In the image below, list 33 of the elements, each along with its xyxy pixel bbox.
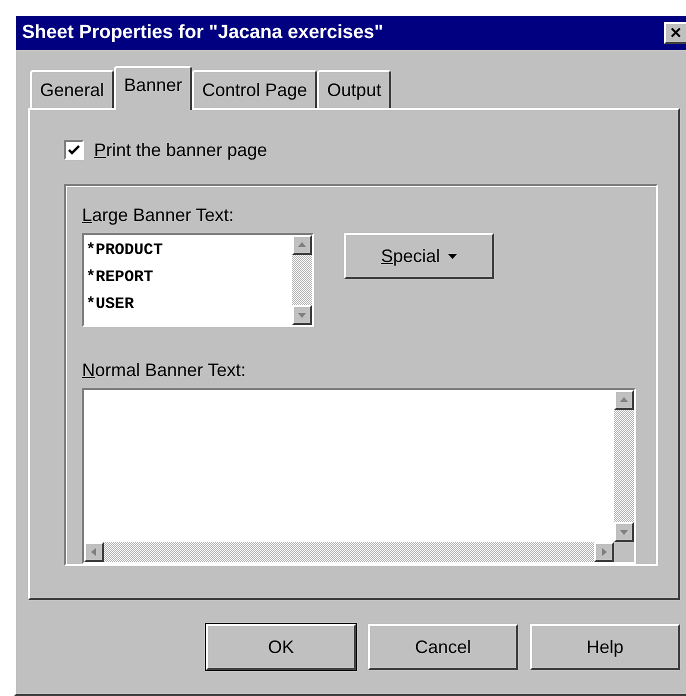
list-item[interactable]: *PRODUCT bbox=[86, 239, 292, 261]
dialog-button[interactable]: OK bbox=[206, 624, 356, 670]
up-arrow-icon bbox=[619, 395, 629, 405]
left-arrow-icon bbox=[89, 547, 99, 557]
scroll-down-button[interactable] bbox=[614, 522, 634, 542]
checkbox[interactable] bbox=[64, 140, 84, 160]
scroll-down-button[interactable] bbox=[292, 305, 312, 325]
checkbox-label: Print the banner page bbox=[94, 138, 268, 162]
tab[interactable]: Control Page bbox=[192, 70, 318, 108]
scroll-up-button[interactable] bbox=[614, 390, 634, 410]
scroll-left-button[interactable] bbox=[84, 542, 104, 562]
scrollbar-corner bbox=[614, 542, 634, 562]
special-dropdown-button[interactable]: Special bbox=[344, 233, 494, 279]
up-arrow-icon bbox=[297, 240, 307, 250]
dialog-button[interactable]: Help bbox=[530, 624, 680, 670]
list-item[interactable]: *REPORT bbox=[86, 266, 292, 288]
window-title: Sheet Properties for "Jacana exercises" bbox=[22, 20, 384, 45]
list-item[interactable]: *USER bbox=[86, 293, 292, 315]
right-arrow-icon bbox=[599, 547, 609, 557]
dialog-button[interactable]: Cancel bbox=[368, 624, 518, 670]
scroll-up-button[interactable] bbox=[292, 235, 312, 255]
field-label: Normal Banner Text: bbox=[82, 359, 246, 382]
down-arrow-icon bbox=[619, 527, 629, 537]
close-button[interactable]: ✕ bbox=[664, 22, 686, 44]
down-arrow-icon bbox=[297, 310, 307, 320]
tab[interactable]: Banner bbox=[114, 66, 192, 110]
caret-icon bbox=[448, 254, 458, 258]
large-banner-list[interactable]: *PRODUCT *REPORT *USER bbox=[82, 233, 314, 327]
field-label: Large Banner Text: bbox=[82, 204, 234, 227]
tab[interactable]: General bbox=[30, 70, 114, 108]
scroll-right-button[interactable] bbox=[594, 542, 614, 562]
tab[interactable]: Output bbox=[317, 70, 392, 108]
checkmark-icon bbox=[68, 144, 80, 156]
